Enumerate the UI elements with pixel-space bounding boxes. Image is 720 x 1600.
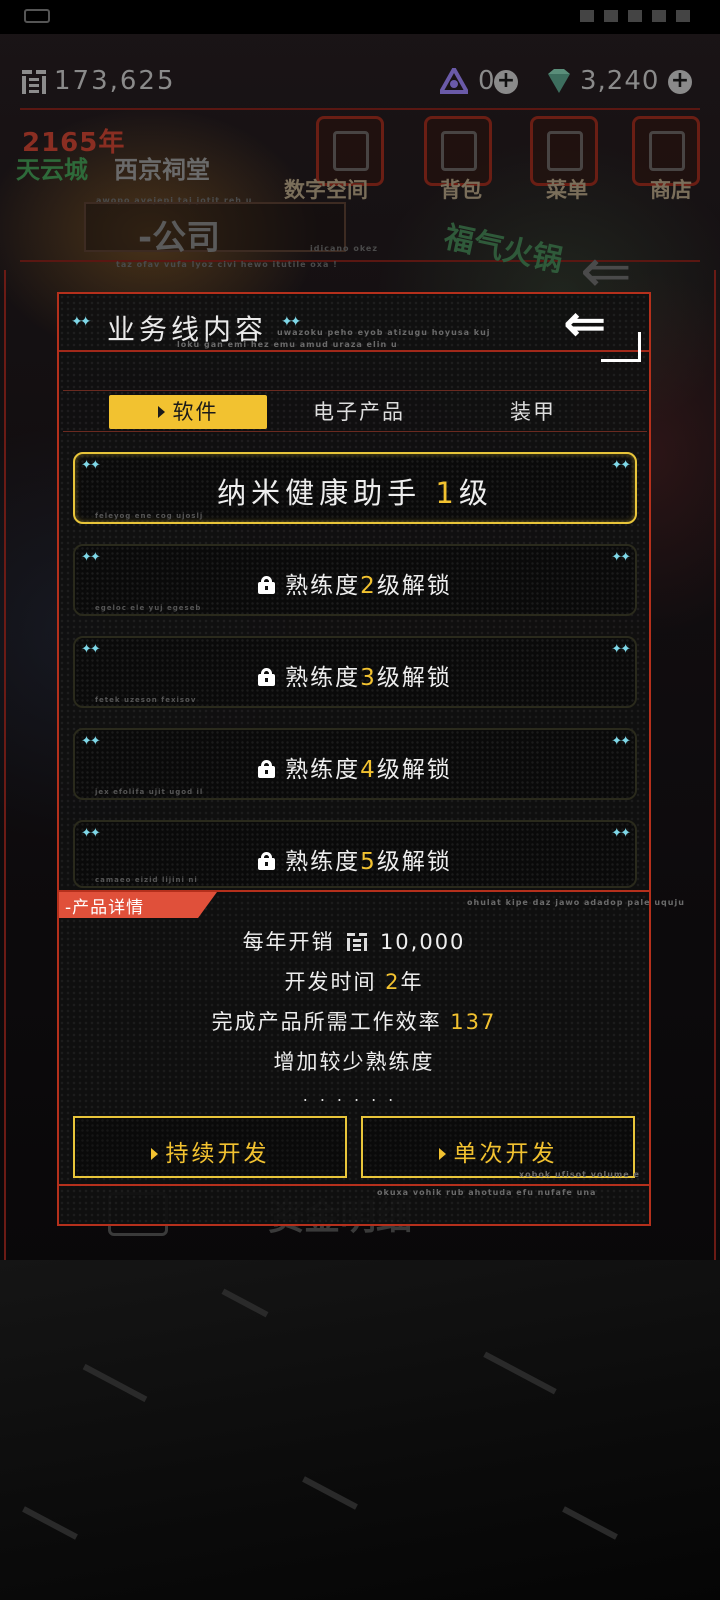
tab-software[interactable]: 软件 <box>109 395 267 429</box>
digital-space-label: 数字空间 <box>284 178 368 202</box>
decor-caption: fetek uzeson fexisov <box>95 696 197 704</box>
city-name: 天云城 <box>16 156 88 184</box>
decor-caption: uwazoku peho eyob atizugu hoyusa kuj <box>277 328 491 337</box>
annual-cost: 每年开销 10,000 <box>242 930 466 954</box>
single-develop-button[interactable]: 单次开发 xobok ufisot volume e <box>361 1116 639 1179</box>
coin-icon <box>347 933 368 951</box>
back-arrow-icon: ⇐ <box>563 294 607 354</box>
detail-tag: -产品详情 <box>59 892 217 918</box>
game-screen: 173,625 0 + 3,240 + 2165年 天云城 西京祠堂 awopo… <box>0 0 720 1600</box>
back-button[interactable]: ⇐ <box>559 298 641 362</box>
lock-icon <box>258 760 276 778</box>
unlock-requirement: 熟练度4级解锁 <box>75 750 635 784</box>
continuous-develop-button[interactable]: 持续开发 <box>73 1116 347 1178</box>
coin-icon <box>22 70 46 94</box>
decor-caption: xobok ufisot volume e <box>519 1170 640 1179</box>
teal-gem-icon <box>548 69 570 93</box>
business-line-panel: ✦✦ 业务线内容 ✦✦ uwazoku peho eyob atizugu ho… <box>57 292 684 1226</box>
decor-caption: loku gan emi hez emu amud uraza elin u <box>177 340 398 349</box>
bottom-divider <box>59 1184 649 1186</box>
status-icons <box>580 10 690 22</box>
product-card-nano-health[interactable]: ✦✦ ✦✦ 纳米健康助手 1级 feleyog ene cog ujoslj <box>73 452 637 524</box>
add-purple-gem-button[interactable]: + <box>494 70 518 94</box>
decor-caption: jex efolifa ujit ugod il <box>95 788 204 796</box>
product-name: 纳米健康助手 1级 <box>217 476 493 510</box>
menu-label: 菜单 <box>546 178 588 202</box>
decor-caption: camaeo eizid lijini ni <box>95 876 198 884</box>
cart-icon <box>649 131 685 171</box>
unlock-requirement: 熟练度2级解锁 <box>75 566 635 600</box>
detail-divider <box>59 890 649 892</box>
background-street <box>0 1260 720 1600</box>
purple-gem-amount: 0 <box>478 66 495 96</box>
unlock-requirement: 熟练度3级解锁 <box>75 658 635 692</box>
decor-caption: okuxa vohik rub ahotuda efu nufafe una <box>377 1188 597 1197</box>
product-card-locked-3[interactable]: ✦✦ ✦✦ 熟练度3级解锁 fetek uzeson fexisov <box>73 636 637 708</box>
sparkle-icon: ✦✦ <box>81 642 101 657</box>
sparkle-icon: ✦✦ <box>81 734 101 749</box>
coin-amount: 173,625 <box>54 66 176 96</box>
background-divider <box>20 108 700 110</box>
product-card-locked-4[interactable]: ✦✦ ✦✦ 熟练度4级解锁 jex efolifa ujit ugod il <box>73 728 637 800</box>
product-card-locked-5[interactable]: ✦✦ ✦✦ 熟练度5级解锁 camaeo eizid lijini ni <box>73 820 637 888</box>
layers-icon <box>333 131 369 171</box>
tab-electronics[interactable]: 电子产品 <box>299 395 419 429</box>
place-name: 西京祠堂 <box>114 156 210 184</box>
category-tabs: 软件 电子产品 装甲 <box>63 390 647 432</box>
decor-caption: idicano okez <box>310 244 379 253</box>
lock-icon <box>258 852 276 870</box>
backpack-icon <box>441 131 477 171</box>
sparkle-icon: ✦✦ <box>81 550 101 565</box>
decor-caption: taz ofav vufa lyoz civi hewo itutile oxa… <box>116 260 338 269</box>
decor-caption: feleyog ene cog ujoslj <box>95 512 204 520</box>
sparkle-icon: ✦✦ <box>71 314 92 330</box>
currency-bar: 173,625 0 + 3,240 + <box>0 62 720 102</box>
teal-gem-amount: 3,240 <box>580 66 660 96</box>
decor-caption: ohulat kipe daz jawo adadop pale uquju <box>467 898 685 907</box>
background-frame-left <box>4 270 14 1410</box>
decor-caption: egeloc ele yuj egeseb <box>95 604 202 612</box>
lock-icon <box>258 668 276 686</box>
product-card-locked-2[interactable]: ✦✦ ✦✦ 熟练度2级解锁 egeloc ele yuj egeseb <box>73 544 637 616</box>
shop-label: 商店 <box>650 178 692 202</box>
background-frame-right <box>706 270 716 1410</box>
lock-icon <box>258 576 276 594</box>
tab-armor[interactable]: 装甲 <box>483 395 583 429</box>
status-icon <box>24 9 50 23</box>
proficiency-note: 增加较少熟练度 <box>273 1050 435 1074</box>
sparkle-icon: ✦✦ <box>611 826 631 841</box>
sparkle-icon: ✦✦ <box>611 642 631 657</box>
menu-list-icon <box>547 131 583 171</box>
required-efficiency: 完成产品所需工作效率 137 <box>211 1010 497 1034</box>
unlock-requirement: 熟练度5级解锁 <box>75 842 635 876</box>
purple-gem-icon <box>440 68 468 94</box>
page-dots: ...... <box>302 1086 406 1105</box>
development-time: 开发时间 2年 <box>284 970 424 994</box>
backpack-label: 背包 <box>440 178 482 202</box>
status-bar <box>0 0 720 34</box>
back-frame <box>601 332 641 362</box>
add-teal-gem-button[interactable]: + <box>668 70 692 94</box>
sparkle-icon: ✦✦ <box>81 826 101 841</box>
sparkle-icon: ✦✦ <box>611 550 631 565</box>
company-label: -公司 <box>138 218 221 258</box>
sparkle-icon: ✦✦ <box>611 734 631 749</box>
